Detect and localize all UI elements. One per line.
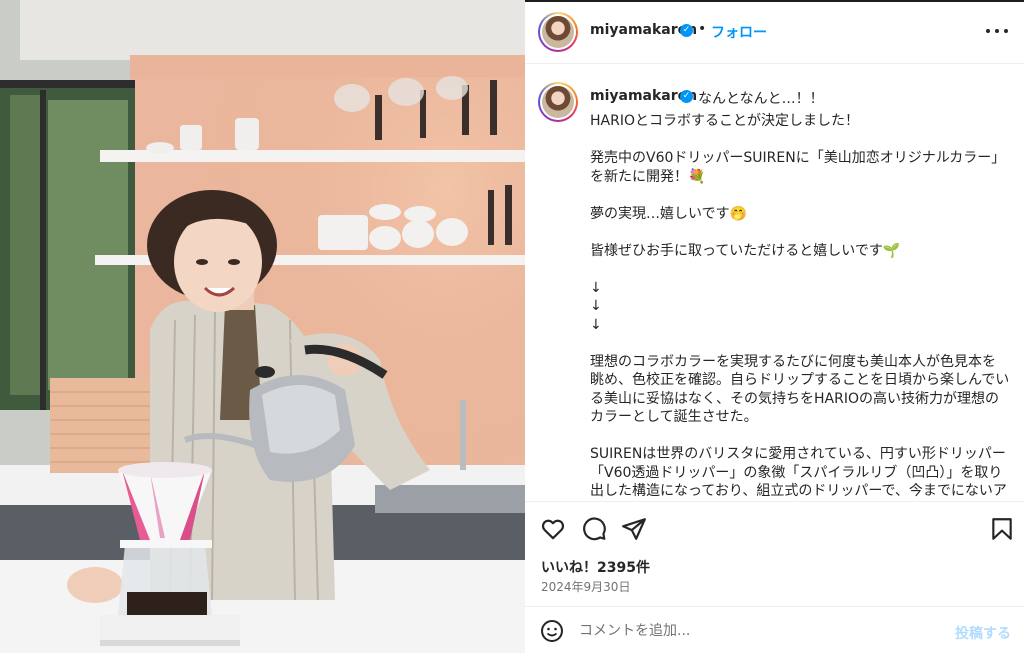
caption-line: 夢の実現…嬉しいです🤭 [590,205,748,222]
caption-line: 理想のコラボカラーを実現するたびに何度も美山本人が色見本を [590,353,996,370]
caption-line: 出した構造になっており、組立式のドリッパーで、今までにないア [590,483,1007,499]
more-options-icon[interactable] [983,18,1011,42]
comment-icon[interactable] [581,516,607,542]
action-bar [525,501,1024,553]
caption-line [590,131,1014,150]
post-date[interactable]: 2024年9月30日 [541,578,630,595]
caption-line: ↓ [590,298,602,314]
post-header: miyamakaren ✓ • フォロー [525,0,1024,64]
caption-line: SUIRENは世界のバリスタに愛用されている、円すい形ドリッパー [590,446,1006,462]
comment-bar: 投稿する [525,606,1024,653]
post-image [0,0,525,653]
caption-line: カラーとして誕生させた。 [590,409,758,425]
caption-line [590,186,1014,205]
caption-line [590,334,1014,353]
caption-line: ↓ [590,316,602,333]
likes-count[interactable]: いいね！2395件 [541,557,650,577]
caption-text: HARIOとコラボすることが決定しました！ 発売中のV60ドリッパーSUIRENに… [590,112,1014,501]
caption-line: を新たに開発！💐 [590,168,706,185]
caption-first-line: なんとなんと…！！ [698,91,824,107]
send-icon[interactable] [621,516,647,542]
heart-icon[interactable] [540,516,566,542]
comment-input[interactable] [579,620,939,642]
caption-line [590,223,1014,242]
caption-line: HARIOとコラボすることが決定しました！ [590,113,859,129]
verified-badge-icon: ✓ [680,90,693,103]
caption-line [590,427,1014,446]
follow-button[interactable]: フォロー [711,22,767,42]
post-photo [0,0,525,653]
post-side-panel: miyamakaren ✓ • フォロー miyamakaren ✓ なんとなん… [525,0,1024,653]
caption-line: る美山に妥協はなく、その気持ちをHARIOの高い技術力が理想の [590,390,999,407]
verified-badge-icon: ✓ [680,24,693,37]
author-avatar[interactable] [538,12,578,52]
caption-section: miyamakaren ✓ なんとなんと…！！ HARIOとコラボすることが決定… [525,64,1024,501]
separator-dot: • [698,21,707,37]
caption-line: ↓ [590,279,602,296]
bookmark-icon[interactable] [989,516,1015,542]
caption-line: 眺め、色校正を確認。自らドリップすることを日頃から楽しんでい [590,372,1010,388]
caption-avatar[interactable] [538,82,578,122]
caption-line: 発売中のV60ドリッパーSUIRENに「美山加恋オリジナルカラー」 [590,150,1006,166]
caption-line [590,260,1014,279]
post-comment-button[interactable]: 投稿する [955,623,1011,643]
caption-line: 「V60透過ドリッパー」の象徴「スパイラルリブ（凹凸）」を取り [590,464,1003,481]
caption-line: 皆様ぜひお手に取っていただけると嬉しいです🌱 [590,242,901,259]
emoji-icon[interactable] [540,619,564,643]
